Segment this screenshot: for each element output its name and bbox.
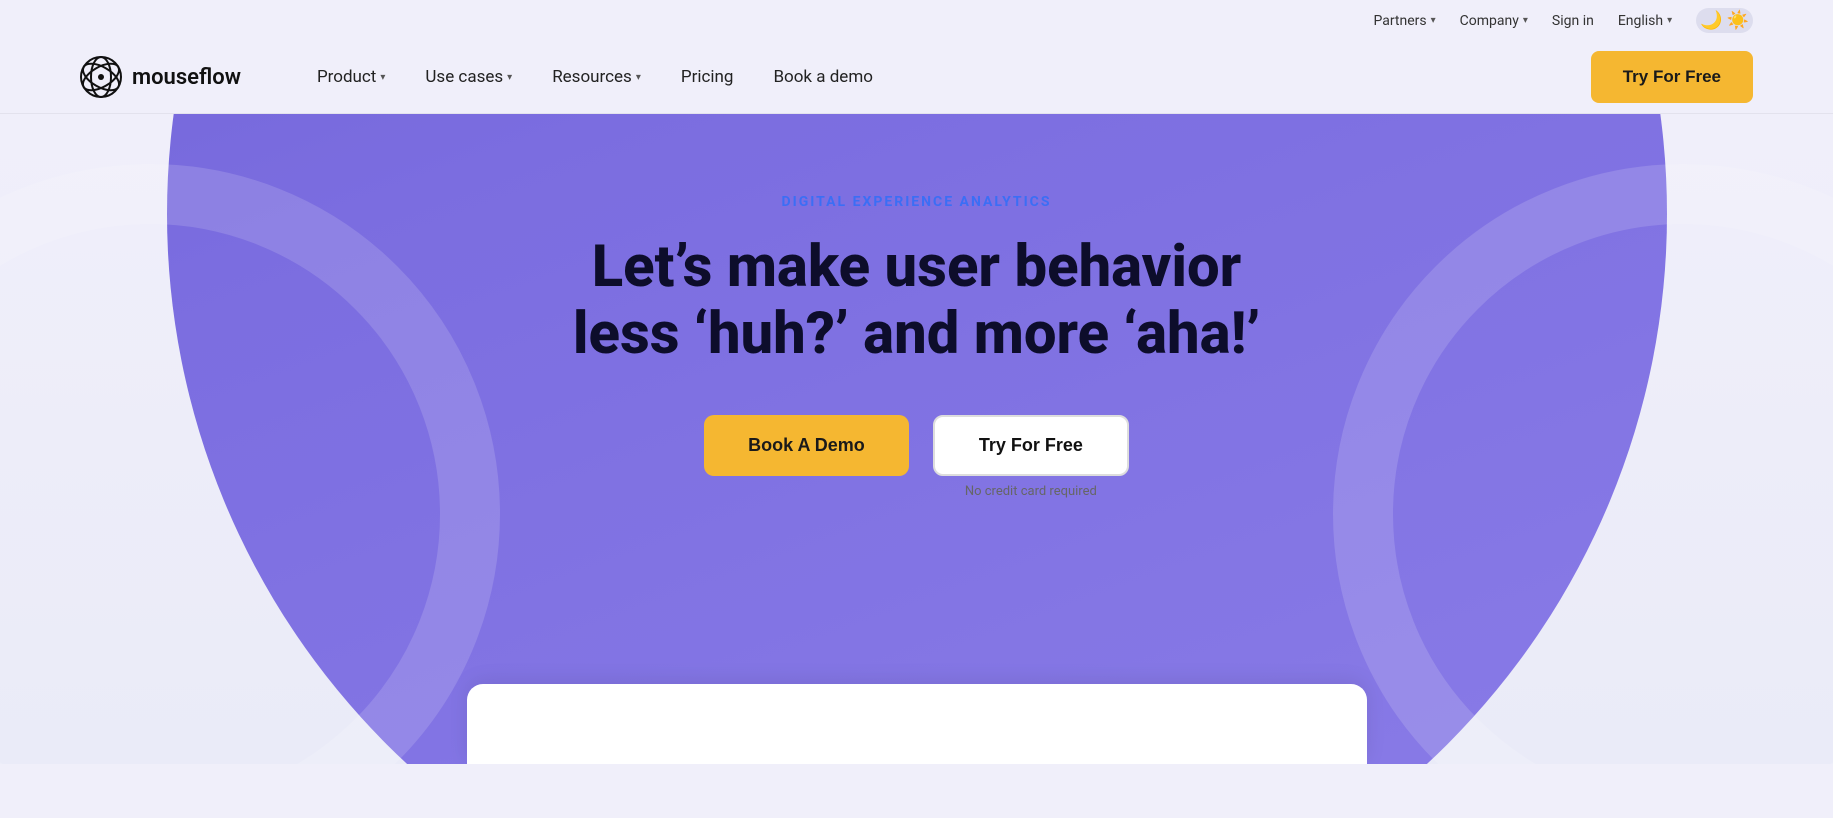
hero-section: DIGITAL EXPERIENCE ANALYTICS Let’s make … — [0, 114, 1833, 764]
main-navbar: mouseflow Product ▾ Use cases ▾ Resource… — [0, 41, 1833, 114]
hero-try-free-button[interactable]: Try For Free — [933, 415, 1129, 476]
partners-nav[interactable]: Partners ▾ — [1373, 13, 1435, 29]
theme-toggle[interactable]: 🌙 ☀️ — [1696, 8, 1753, 33]
no-credit-card-text: No credit card required — [965, 484, 1097, 499]
nav-try-free-button[interactable]: Try For Free — [1591, 51, 1753, 103]
company-chevron: ▾ — [1523, 15, 1528, 26]
nav-product[interactable]: Product ▾ — [301, 59, 401, 95]
product-label: Product — [317, 67, 376, 87]
hero-title: Let’s make user behavior less ‘huh?’ and… — [573, 234, 1260, 367]
hero-content: DIGITAL EXPERIENCE ANALYTICS Let’s make … — [573, 194, 1260, 515]
hero-book-demo-button[interactable]: Book A Demo — [704, 415, 909, 476]
resources-label: Resources — [552, 67, 632, 87]
nav-links: Product ▾ Use cases ▾ Resources ▾ Pricin… — [301, 59, 1591, 95]
nav-usecases[interactable]: Use cases ▾ — [409, 59, 528, 95]
partners-label: Partners — [1373, 13, 1426, 29]
top-bar: Partners ▾ Company ▾ Sign in English ▾ 🌙… — [0, 0, 1833, 41]
book-demo-label: Book a demo — [773, 67, 873, 87]
hero-title-line1: Let’s make user behavior — [592, 233, 1242, 301]
nav-pricing[interactable]: Pricing — [665, 59, 750, 95]
nav-book-demo[interactable]: Book a demo — [757, 59, 889, 95]
nav-resources[interactable]: Resources ▾ — [536, 59, 657, 95]
company-label: Company — [1460, 13, 1519, 29]
logo-text: mouseflow — [132, 65, 241, 90]
moon-icon: 🌙 — [1700, 10, 1722, 31]
logo-link[interactable]: mouseflow — [80, 56, 241, 98]
language-chevron: ▾ — [1667, 15, 1672, 26]
signin-nav[interactable]: Sign in — [1552, 13, 1594, 29]
sun-icon: ☀️ — [1727, 10, 1749, 31]
usecases-chevron: ▾ — [507, 72, 512, 83]
logo-icon — [80, 56, 122, 98]
product-chevron: ▾ — [380, 72, 385, 83]
hero-title-line2: less ‘huh?’ and more ‘aha!’ — [573, 300, 1260, 368]
hero-bottom-card — [467, 684, 1367, 764]
language-label: English — [1618, 13, 1663, 29]
hero-free-wrapper: Try For Free No credit card required — [933, 415, 1129, 499]
language-nav[interactable]: English ▾ — [1618, 13, 1672, 29]
resources-chevron: ▾ — [636, 72, 641, 83]
usecases-label: Use cases — [425, 67, 503, 87]
hero-buttons: Book A Demo Try For Free No credit card … — [573, 415, 1260, 499]
pricing-label: Pricing — [681, 67, 734, 87]
company-nav[interactable]: Company ▾ — [1460, 13, 1528, 29]
hero-eyebrow: DIGITAL EXPERIENCE ANALYTICS — [573, 194, 1260, 210]
partners-chevron: ▾ — [1431, 15, 1436, 26]
signin-label: Sign in — [1552, 13, 1594, 29]
